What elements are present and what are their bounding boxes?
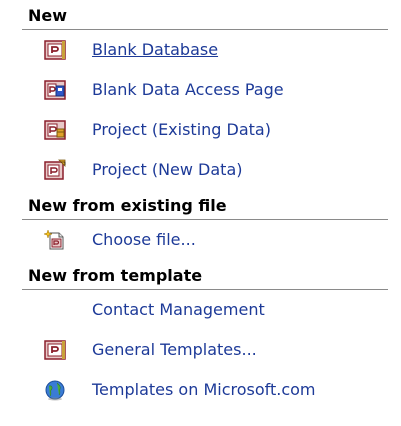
project-existing-data-icon	[44, 120, 66, 140]
section-new: New Blank Database Blank Data Access Pag…	[22, 0, 388, 190]
general-templates-link[interactable]: General Templates...	[22, 330, 388, 370]
item-label[interactable]: Project (Existing Data)	[92, 120, 271, 140]
section-new-from-template: New from template Contact Management Gen…	[22, 260, 388, 410]
item-label[interactable]: General Templates...	[92, 340, 257, 360]
section-new-from-existing-file: New from existing file Choose file...	[22, 190, 388, 260]
item-label[interactable]: Choose file...	[92, 230, 196, 250]
templates-icon	[44, 340, 66, 360]
project-new-data-icon	[44, 159, 66, 180]
task-pane: New Blank Database Blank Data Access Pag…	[22, 0, 388, 426]
section-header-new: New	[22, 0, 388, 30]
globe-icon	[45, 380, 65, 401]
contact-management-link[interactable]: Contact Management	[22, 290, 388, 330]
templates-on-microsoft-link[interactable]: Templates on Microsoft.com	[22, 370, 388, 410]
item-label[interactable]: Blank Database	[92, 40, 218, 60]
item-label[interactable]: Contact Management	[92, 300, 265, 320]
project-new-data-link[interactable]: Project (New Data)	[22, 150, 388, 190]
item-label[interactable]: Blank Data Access Page	[92, 80, 284, 100]
section-title: New from template	[28, 266, 203, 285]
item-label[interactable]: Templates on Microsoft.com	[92, 380, 316, 400]
choose-file-link[interactable]: Choose file...	[22, 220, 388, 260]
new-from-file-icon	[44, 229, 64, 250]
section-title: New from existing file	[28, 196, 227, 215]
data-access-page-icon	[44, 80, 66, 100]
blank-database-link[interactable]: Blank Database	[22, 30, 388, 70]
access-database-icon	[44, 40, 66, 60]
left-strip	[0, 0, 20, 426]
project-existing-data-link[interactable]: Project (Existing Data)	[22, 110, 388, 150]
blank-data-access-page-link[interactable]: Blank Data Access Page	[22, 70, 388, 110]
section-header-template: New from template	[22, 260, 388, 290]
section-header-existing-file: New from existing file	[22, 190, 388, 220]
item-label[interactable]: Project (New Data)	[92, 160, 243, 180]
section-title: New	[28, 6, 68, 25]
